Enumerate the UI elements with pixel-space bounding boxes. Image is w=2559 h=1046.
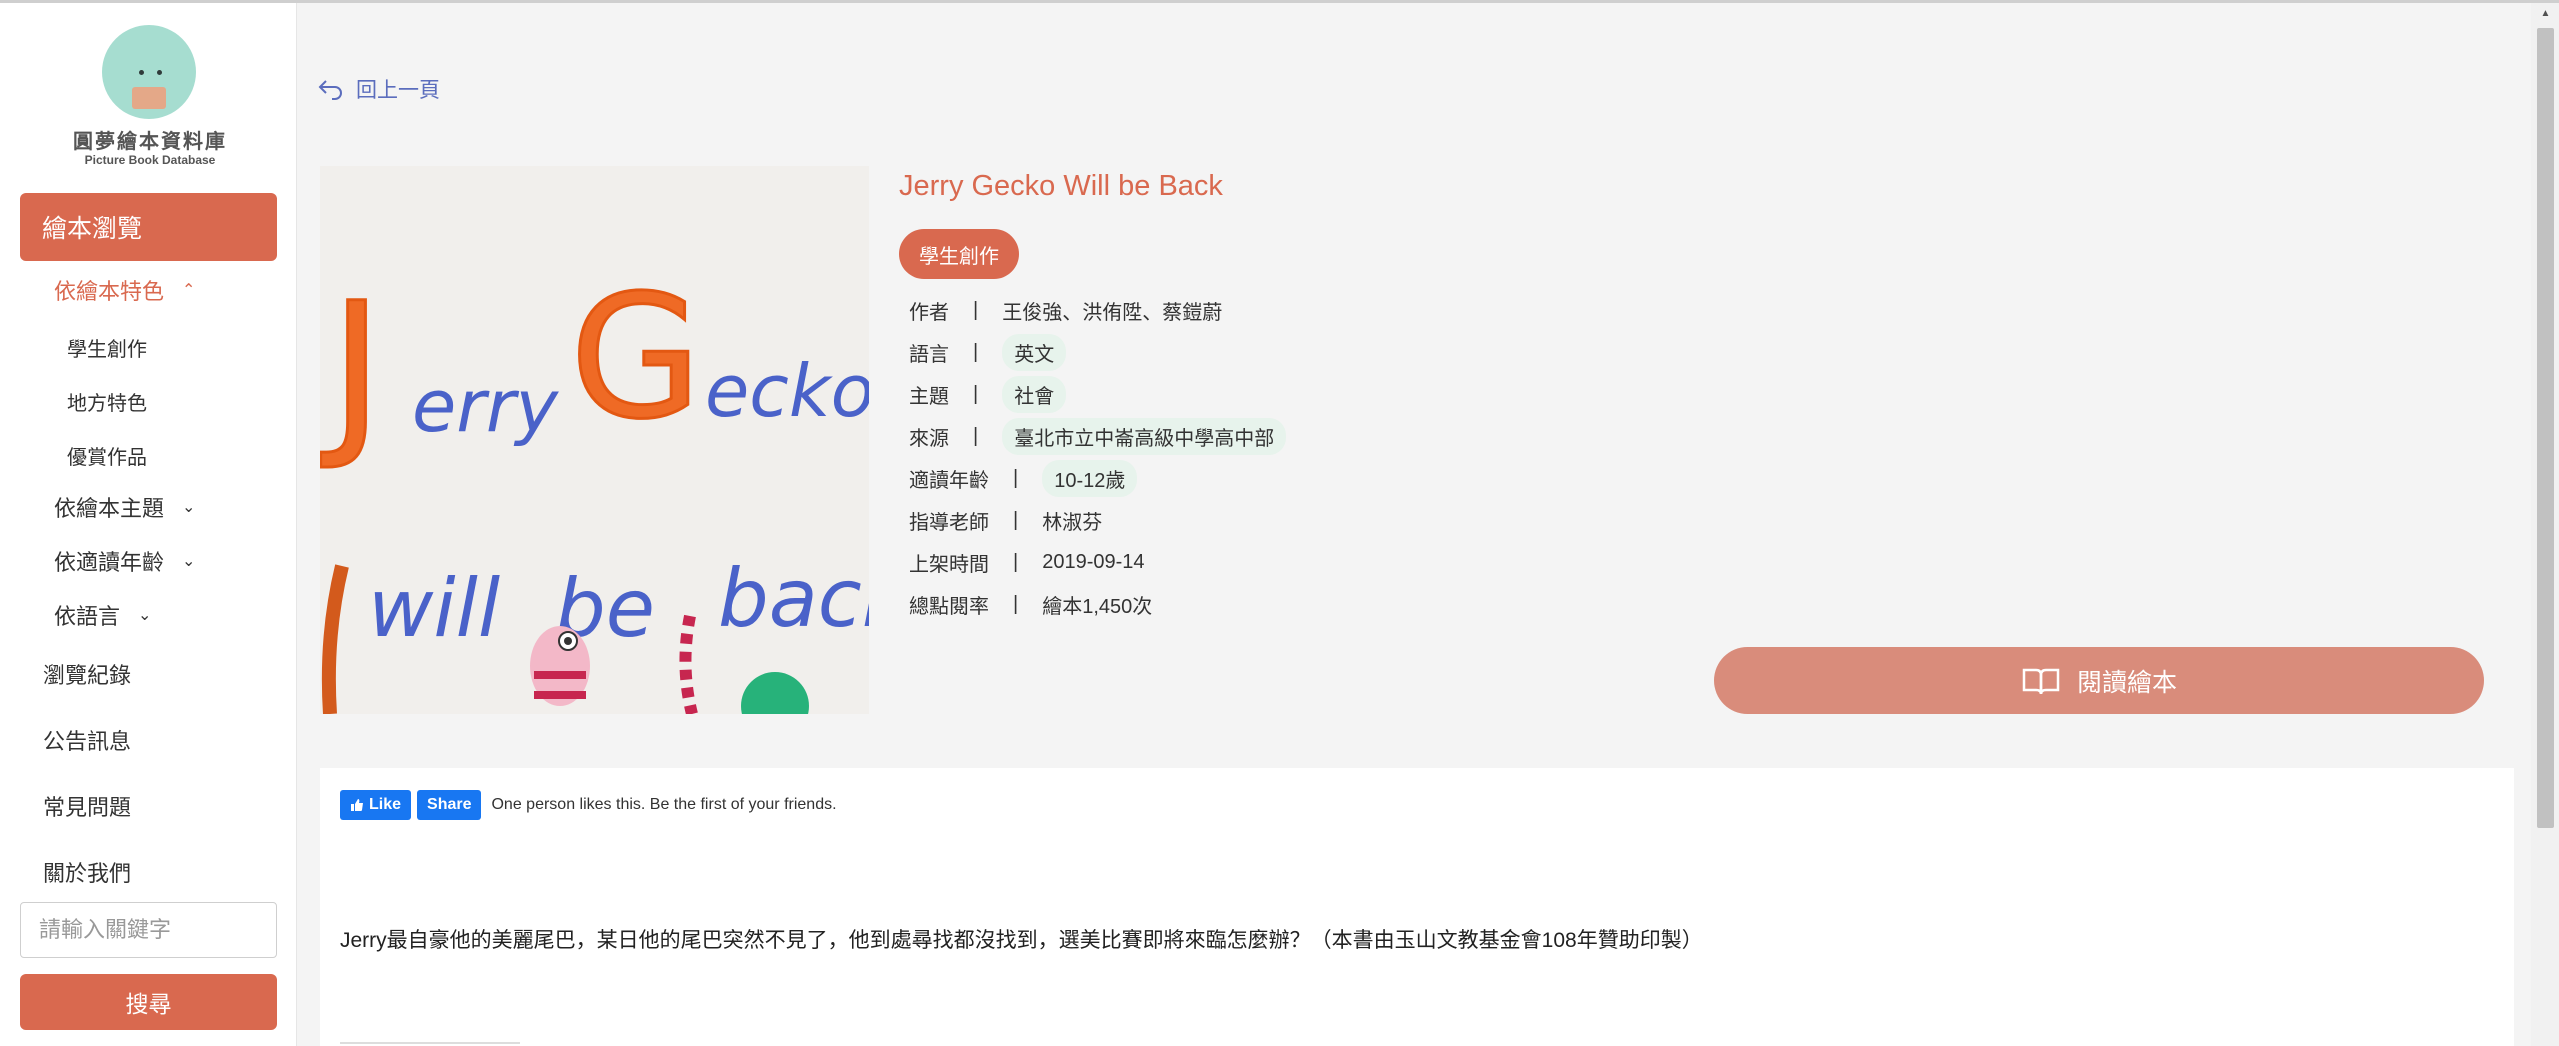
cover-letter-j: J <box>320 265 383 474</box>
topic-chip[interactable]: 社會 <box>1002 375 1067 413</box>
facebook-share-button[interactable]: Share <box>417 790 482 820</box>
teacher-value: 林淑芬 <box>1042 511 1103 534</box>
nav-group-topic[interactable]: 依繪本主題 ⌄ <box>54 491 195 523</box>
nav-about[interactable]: 關於我們 <box>43 856 131 888</box>
facebook-like-count: One person likes this. Be the first of y… <box>491 796 837 813</box>
meta-author: 作者 | 王俊強、洪侑陞、蔡鎧蔚 <box>909 293 1222 327</box>
nav-item-excellent-works[interactable]: 優賞作品 <box>67 441 147 470</box>
cover-word-back: back <box>718 552 869 645</box>
scrollbar-thumb[interactable] <box>2537 28 2554 828</box>
facebook-widget: Like Share One person likes this. Be the… <box>340 790 837 820</box>
meta-language: 語言 | 英文 <box>909 333 1067 371</box>
nav-group-language[interactable]: 依語言 ⌄ <box>54 599 151 631</box>
window-top-border <box>0 0 2559 3</box>
meta-age: 適讀年齡 | 10-12歲 <box>909 459 1138 497</box>
meta-source: 來源 | 臺北市立中崙高級中學高中部 <box>909 417 1287 455</box>
gecko-logo-icon <box>102 25 196 119</box>
nav-group-age[interactable]: 依適讀年齡 ⌄ <box>54 545 195 577</box>
nav-group-feature-label: 依繪本特色 <box>54 279 165 304</box>
open-book-icon <box>2022 668 2060 694</box>
facebook-like-button[interactable]: Like <box>340 790 412 820</box>
logo-title: 圓夢繪本資料庫 <box>73 131 227 153</box>
source-chip[interactable]: 臺北市立中崙高級中學高中部 <box>1002 417 1287 455</box>
cover-letter-g: G <box>570 259 702 457</box>
author-value: 王俊強、洪侑陞、蔡鎧蔚 <box>1002 301 1223 324</box>
chevron-down-icon: ⌄ <box>182 499 196 516</box>
logo[interactable]: 圓夢繪本資料庫 Picture Book Database <box>70 23 230 173</box>
book-title: Jerry Gecko Will be Back <box>899 170 1223 202</box>
book-description: Jerry最自豪他的美麗尾巴，某日他的尾巴突然不見了，他到處尋找都沒找到，選美比… <box>340 929 1703 952</box>
cover-word-will: will <box>368 562 500 655</box>
chevron-down-icon: ⌄ <box>182 553 196 570</box>
search-input[interactable] <box>20 902 277 958</box>
logo-subtitle: Picture Book Database <box>84 153 216 167</box>
sidebar: 圓夢繪本資料庫 Picture Book Database 繪本瀏覽 依繪本特色… <box>0 3 297 1046</box>
nav-group-age-label: 依適讀年齡 <box>54 550 165 575</box>
nav-history[interactable]: 瀏覽紀錄 <box>43 658 131 690</box>
language-chip[interactable]: 英文 <box>1002 333 1067 371</box>
category-tag[interactable]: 學生創作 <box>899 229 1019 279</box>
meta-topic: 主題 | 社會 <box>909 375 1067 413</box>
views-value: 繪本1,450次 <box>1042 595 1153 618</box>
publish-date-value: 2019-09-14 <box>1042 550 1145 573</box>
nav-faq[interactable]: 常見問題 <box>43 790 131 822</box>
back-link[interactable]: 回上一頁 <box>318 74 440 104</box>
description-panel: Like Share One person likes this. Be the… <box>320 768 2514 1046</box>
cover-word-erry: erry <box>412 364 560 448</box>
chevron-down-icon: ⌄ <box>138 607 152 624</box>
search-button[interactable]: 搜尋 <box>20 974 277 1030</box>
read-book-button[interactable]: 閱讀繪本 <box>1714 647 2484 714</box>
nav-group-language-label: 依語言 <box>54 604 121 629</box>
cover-illustration: J erry G ecko will be back <box>320 166 869 714</box>
book-cover-image: J erry G ecko will be back <box>320 166 869 714</box>
age-chip[interactable]: 10-12歲 <box>1042 459 1138 497</box>
back-arrow-icon <box>318 80 342 100</box>
meta-publish-date: 上架時間 | 2019-09-14 <box>909 550 1145 576</box>
nav-group-topic-label: 依繪本主題 <box>54 496 165 521</box>
cover-word-ecko: ecko <box>705 349 869 433</box>
nav-item-student-works[interactable]: 學生創作 <box>67 333 147 362</box>
chevron-up-icon: ⌃ <box>182 282 196 299</box>
nav-group-feature[interactable]: 依繪本特色 ⌃ <box>54 274 195 306</box>
read-book-label: 閱讀繪本 <box>2076 668 2177 697</box>
meta-views: 總點閱率 | 繪本1,450次 <box>909 587 1152 621</box>
nav-browse-books[interactable]: 繪本瀏覽 <box>20 193 277 261</box>
scroll-up-arrow-icon[interactable]: ▲ <box>2537 8 2554 22</box>
meta-teacher: 指導老師 | 林淑芬 <box>909 503 1102 537</box>
nav-announcements[interactable]: 公告訊息 <box>43 724 131 756</box>
thumbs-up-icon <box>351 799 363 811</box>
divider <box>340 1042 520 1046</box>
nav-item-local-features[interactable]: 地方特色 <box>67 387 147 416</box>
back-link-label: 回上一頁 <box>356 79 440 102</box>
